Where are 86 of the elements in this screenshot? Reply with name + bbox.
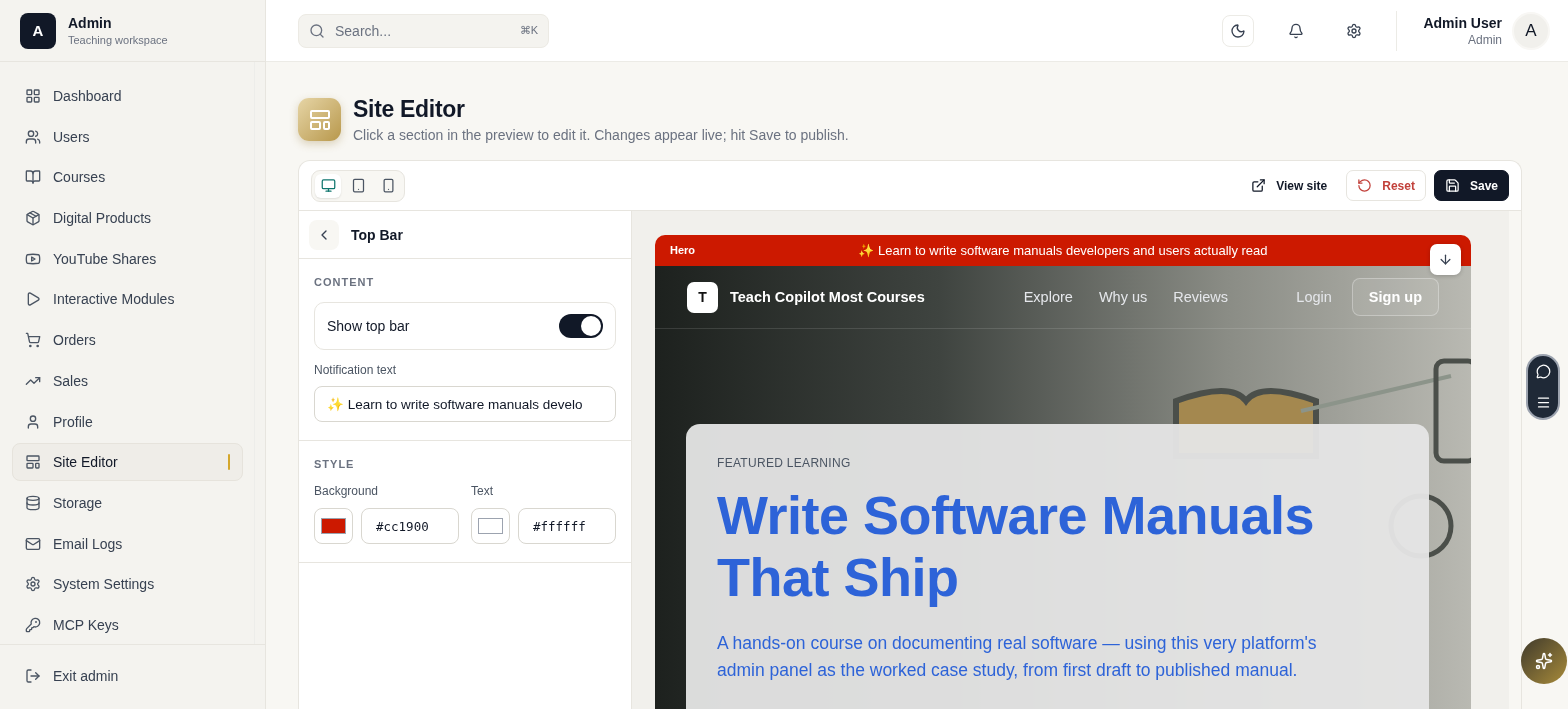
active-indicator <box>228 454 230 471</box>
hero-headline: Write Software Manuals That Ship <box>717 484 1316 608</box>
save-button[interactable]: Save <box>1433 170 1509 201</box>
chat-button[interactable] <box>1535 364 1551 379</box>
hero-card[interactable] <box>686 424 1429 709</box>
sparkles-icon <box>1535 652 1553 670</box>
cart-icon <box>25 332 41 349</box>
toggle-switch[interactable] <box>559 314 603 338</box>
announcement-bar[interactable]: Hero ✨ Learn to write software manuals developers and users actually read <box>655 235 1471 266</box>
logout-icon <box>25 668 41 684</box>
dashboard-icon <box>25 87 41 104</box>
color-swatch-button[interactable] <box>471 508 510 544</box>
undo-icon <box>1357 178 1373 193</box>
site-brand: Teach Copilot Most Courses <box>730 289 925 305</box>
layout-icon <box>298 98 341 141</box>
workspace-logo: A <box>20 12 56 49</box>
tablet-icon <box>350 178 366 193</box>
hero-lead: A hands-on course on documenting real software — using this very platform's admin panel as the worked case study, from first draft to published manual. <box>717 632 1318 682</box>
user-name: Admin User <box>1423 14 1502 31</box>
reset-button[interactable]: Reset <box>1346 170 1426 201</box>
sidebar-item[interactable]: Orders <box>12 321 243 360</box>
users-icon <box>25 128 41 145</box>
bell-icon <box>1288 22 1305 39</box>
layout-icon <box>25 454 41 471</box>
sidebar-item[interactable]: Profile <box>12 402 243 441</box>
panel-title: Top Bar <box>351 226 403 243</box>
toggle-label: Show top bar <box>327 318 410 334</box>
external-link-icon <box>1251 178 1267 193</box>
sidebar-item[interactable]: Users <box>12 117 243 156</box>
theme-toggle-button[interactable] <box>1222 14 1255 47</box>
sidebar-item[interactable]: Sales <box>12 362 243 400</box>
mail-icon <box>25 535 41 552</box>
moon-icon <box>1230 22 1247 39</box>
hex-input[interactable]: #cc1900 <box>361 508 459 544</box>
sidebar-item[interactable]: Site Editor <box>12 443 243 482</box>
site-nav-link[interactable]: Why us <box>1098 289 1148 305</box>
field-label: Notification text <box>314 363 398 377</box>
site-logo: T <box>687 281 718 313</box>
site-nav-link[interactable]: Explore <box>1023 289 1073 305</box>
notification-input[interactable]: ✨ Learn to write software manuals develo <box>314 386 616 422</box>
section-heading: CONTENT <box>314 276 376 288</box>
search-icon <box>309 22 325 39</box>
arrow-down-icon <box>1438 252 1453 267</box>
user-role: Admin <box>1467 32 1502 47</box>
user-avatar[interactable]: A <box>1512 11 1550 50</box>
announcement-text: ✨ Learn to write software manuals developers and users actually read <box>858 243 1268 258</box>
arrow-down-button[interactable] <box>1430 244 1461 275</box>
sidebar-item[interactable]: Courses <box>12 158 243 197</box>
phone-icon <box>380 178 396 193</box>
sidebar-item[interactable]: Digital Products <box>12 199 243 237</box>
menu-button[interactable] <box>1535 395 1551 410</box>
exit-admin-link[interactable]: Exit admin <box>12 657 253 695</box>
sidebar-item[interactable]: MCP Keys <box>12 606 243 644</box>
database-icon <box>25 495 41 512</box>
book-icon <box>25 169 41 186</box>
field-label: Text <box>471 484 494 498</box>
workspace-name: Admin <box>68 15 113 31</box>
sidebar-item[interactable]: Email Logs <box>12 524 243 563</box>
chat-icon <box>1535 364 1551 379</box>
sidebar-item[interactable]: Dashboard <box>12 77 243 115</box>
section-heading: STYLE <box>314 458 356 470</box>
eyebrow-text: FEATURED LEARNING <box>717 456 852 470</box>
color-swatch-button[interactable] <box>314 508 353 544</box>
sidebar-item[interactable]: YouTube Shares <box>12 239 243 278</box>
box-icon <box>25 210 41 226</box>
page-title: Site Editor <box>353 96 466 123</box>
key-icon <box>25 617 41 634</box>
sidebar-item[interactable]: System Settings <box>12 565 243 604</box>
hex-input[interactable]: #ffffff <box>518 508 616 544</box>
sidebar-item[interactable]: Storage <box>12 484 243 522</box>
workspace-subtitle: Teaching workspace <box>68 34 168 46</box>
section-tag: Hero <box>670 244 696 256</box>
settings-icon <box>1346 22 1363 39</box>
desktop-view-button[interactable] <box>315 173 341 198</box>
menu-icon <box>1535 395 1551 410</box>
play-icon <box>25 291 41 308</box>
search-input[interactable]: Search... <box>333 21 512 40</box>
sidebar-item[interactable]: Interactive Modules <box>12 280 243 319</box>
search-field[interactable]: Search... ⌘K <box>298 13 549 48</box>
save-icon <box>1444 178 1460 193</box>
shortcut-hint: ⌘K <box>519 24 538 37</box>
user-icon <box>25 413 41 430</box>
field-label: Background <box>314 484 380 498</box>
page-subtitle: Click a section in the preview to edit it. Changes appear live; hit Save to publish. <box>353 127 849 143</box>
desktop-icon <box>320 178 336 193</box>
gear-icon <box>25 576 41 593</box>
